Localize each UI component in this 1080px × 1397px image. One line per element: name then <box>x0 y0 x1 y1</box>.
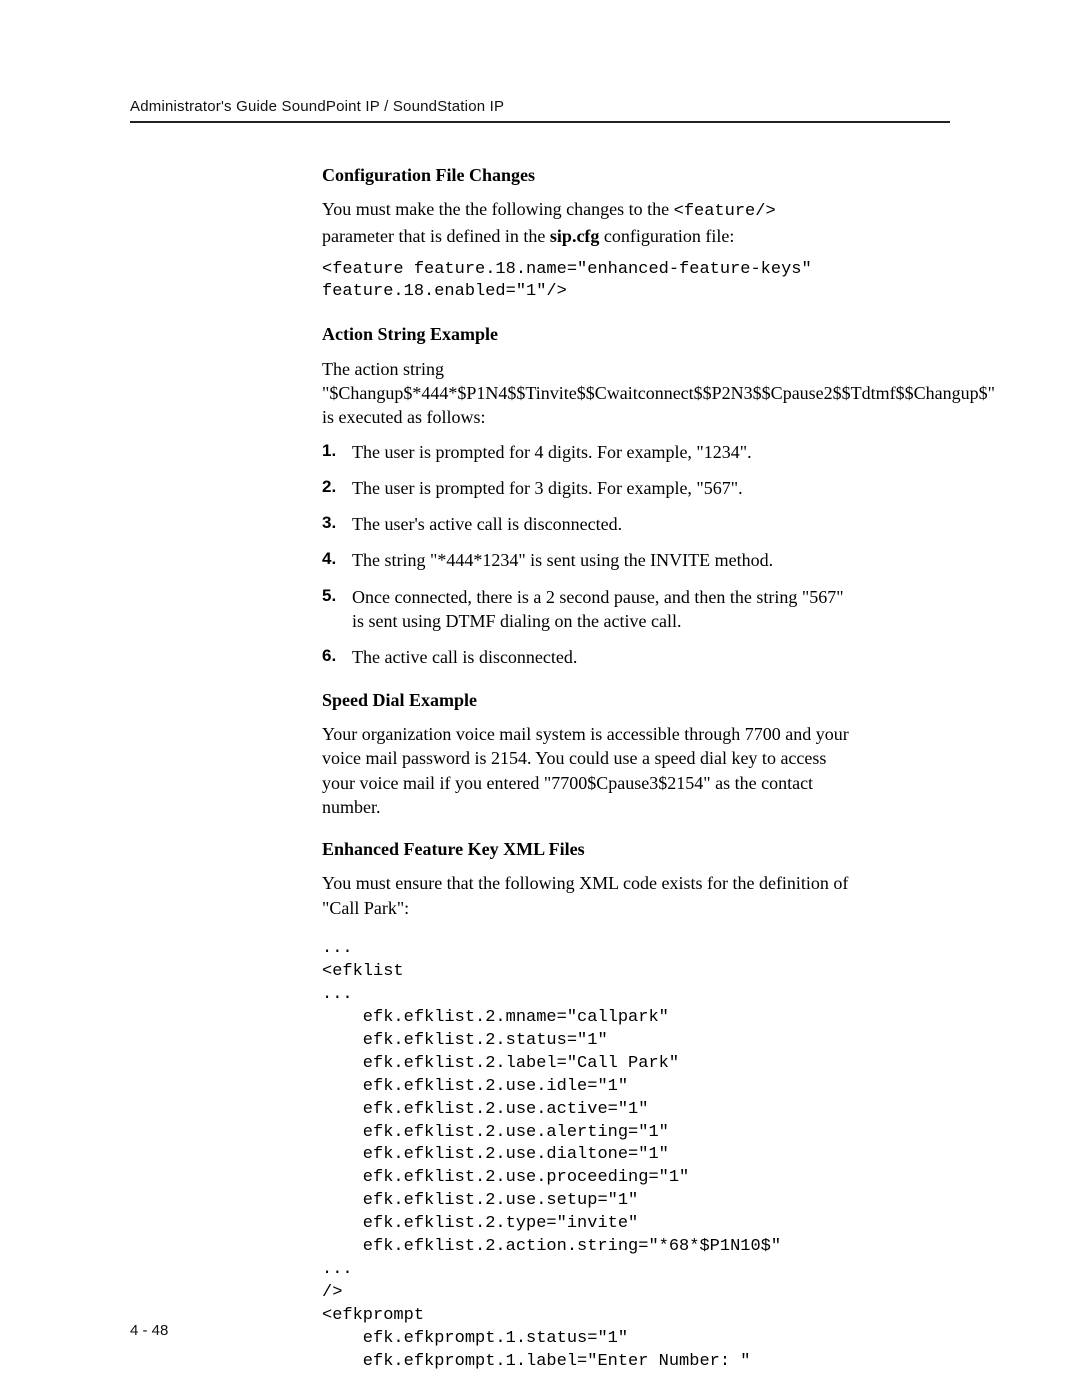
step-item: The active call is disconnected. <box>322 645 852 669</box>
heading-speed-dial: Speed Dial Example <box>322 688 852 712</box>
step-item: The user is prompted for 3 digits. For e… <box>322 476 852 500</box>
step-item: The string "*444*1234" is sent using the… <box>322 548 852 572</box>
steps-list: The user is prompted for 4 digits. For e… <box>322 440 852 670</box>
running-header: Administrator's Guide SoundPoint IP / So… <box>130 98 950 115</box>
heading-config-changes: Configuration File Changes <box>322 163 852 187</box>
heading-action-string: Action String Example <box>322 322 852 346</box>
para-action-intro2: "$Changup$*444*$P1N4$$Tinvite$$Cwaitconn… <box>322 381 852 430</box>
para-speed-dial: Your organization voice mail system is a… <box>322 722 852 819</box>
text: You must make the the following changes … <box>322 199 674 219</box>
page: Administrator's Guide SoundPoint IP / So… <box>0 0 1080 1397</box>
step-item: The user's active call is disconnected. <box>322 512 852 536</box>
step-item: The user is prompted for 4 digits. For e… <box>322 440 852 464</box>
content-body: Configuration File Changes You must make… <box>322 163 852 1374</box>
code-block-feature: <feature feature.18.name="enhanced-featu… <box>322 259 852 305</box>
header-rule <box>130 121 950 123</box>
heading-efk-xml: Enhanced Feature Key XML Files <box>322 837 852 861</box>
para-efk-xml: You must ensure that the following XML c… <box>322 871 852 920</box>
step-item: Once connected, there is a 2 second paus… <box>322 585 852 634</box>
inline-code-feature: <feature/> <box>674 202 776 221</box>
text: configuration file: <box>599 226 734 246</box>
code-block-efk: ... <efklist ... efk.efklist.2.mname="ca… <box>322 938 852 1374</box>
para-config-changes: You must make the the following changes … <box>322 197 852 248</box>
para-action-intro1: The action string <box>322 357 852 381</box>
bold-sipcfg: sip.cfg <box>550 226 600 246</box>
text: parameter that is defined in the <box>322 226 550 246</box>
page-number: 4 - 48 <box>130 1322 168 1339</box>
